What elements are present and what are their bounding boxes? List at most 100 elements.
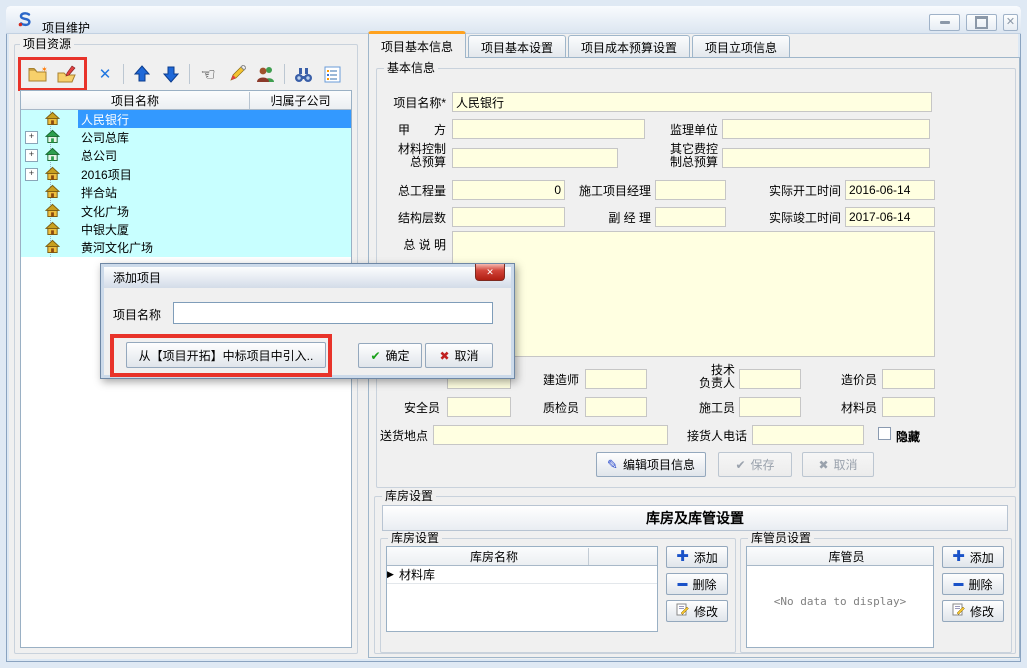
dialog-titlebar: 添加项目 (104, 267, 511, 288)
tree-item-label: 人民银行 (78, 110, 351, 128)
find-binoculars-icon[interactable] (292, 63, 314, 85)
party-a-input[interactable] (452, 119, 645, 139)
tree-grid-header: 项目名称 归属子公司 (21, 91, 351, 110)
actual-start-input[interactable] (845, 180, 935, 200)
row-marker-icon: ▶ (387, 569, 399, 580)
dialog-name-input[interactable] (173, 302, 493, 324)
members-people-icon[interactable] (255, 63, 277, 85)
edit-project-folder-icon[interactable] (56, 63, 78, 85)
assign-hand-icon[interactable]: ☜ (197, 63, 219, 85)
edit-project-info-button[interactable]: ✎ 编辑项目信息 (596, 452, 706, 477)
tree-item[interactable]: 人民银行 (21, 110, 351, 128)
tree-expander-icon[interactable]: + (25, 149, 38, 162)
rename-pencil-icon[interactable] (226, 63, 248, 85)
tab-project-cost-budget-settings[interactable]: 项目成本预算设置 (568, 35, 690, 58)
dialog-cancel-button[interactable]: ✖ 取消 (425, 343, 493, 368)
tree-item[interactable]: + 公司总库 (21, 128, 351, 146)
material-clerk-input[interactable] (882, 397, 935, 417)
close-icon: ✕ (1006, 17, 1015, 28)
tree-item[interactable]: 中银大厦 (21, 220, 351, 238)
builder-input[interactable] (585, 369, 647, 389)
general-note-label: 总 说 明 (376, 238, 446, 252)
total-quantity-input[interactable] (452, 180, 565, 200)
construction-worker-input[interactable] (739, 397, 801, 417)
tree-expander-icon[interactable]: + (25, 168, 38, 181)
minimize-button[interactable] (929, 14, 960, 31)
keeper-grid: 库管员 <No data to display> (746, 546, 934, 648)
tree-item[interactable]: + 2016项目 (21, 165, 351, 183)
project-name-label: 项目名称* (376, 96, 446, 110)
material-budget-label: 材料控制 总预算 (382, 143, 446, 169)
move-up-icon[interactable] (131, 63, 153, 85)
material-budget-input[interactable] (452, 148, 618, 168)
warehouse-remove-button[interactable]: ▬删除 (666, 573, 728, 595)
tree-item[interactable]: 文化广场 (21, 202, 351, 220)
dialog-close-button[interactable]: ✕ (475, 264, 505, 281)
tree-item-label: 黄河文化广场 (78, 239, 351, 257)
actual-finish-input[interactable] (845, 207, 935, 227)
tree-toolbar: ✶ ✕ ☜ (18, 58, 343, 90)
cost-engineer-input[interactable] (882, 369, 935, 389)
hide-checkbox[interactable] (878, 427, 891, 440)
supervisor-unit-label: 监理单位 (640, 123, 718, 137)
house-icon (45, 221, 60, 238)
deputy-manager-input[interactable] (655, 207, 726, 227)
cancel-edit-button[interactable]: ✖ 取消 (802, 452, 874, 477)
toolbar-separator (189, 64, 190, 84)
actual-finish-label: 实际竣工时间 (758, 211, 841, 225)
material-clerk-label: 材料员 (833, 401, 877, 415)
warehouse-row[interactable]: ▶ 材料库 (387, 566, 657, 584)
keeper-remove-button[interactable]: ▬删除 (942, 573, 1004, 595)
delivery-address-label: 送货地点 (380, 429, 428, 443)
close-button[interactable]: ✕ (1003, 14, 1018, 31)
tree-item[interactable]: + 总公司 (21, 147, 351, 165)
construction-pm-label: 施工项目经理 (565, 184, 651, 198)
keeper-grid-header: 库管员 (747, 547, 933, 566)
tech-lead-input[interactable] (739, 369, 801, 389)
save-button[interactable]: ✔ 保存 (718, 452, 792, 477)
general-note-textarea[interactable] (452, 231, 935, 357)
column-header-subsidiary[interactable]: 归属子公司 (250, 92, 351, 109)
warehouse-name-column-header[interactable]: 库房名称 (400, 548, 589, 565)
other-fee-budget-input[interactable] (722, 148, 930, 168)
minus-icon: ▬ (677, 578, 687, 590)
tree-expander-icon[interactable]: + (25, 131, 38, 144)
plus-icon: ✚ (952, 551, 965, 563)
tree-item[interactable]: 黄河文化广场 (21, 239, 351, 257)
house-icon (45, 166, 60, 183)
construction-pm-input[interactable] (655, 180, 726, 200)
warehouse-modify-button[interactable]: 修改 (666, 600, 728, 622)
move-down-icon[interactable] (160, 63, 182, 85)
project-name-input[interactable] (452, 92, 932, 112)
house-icon (45, 203, 60, 220)
supervisor-unit-input[interactable] (722, 119, 930, 139)
keeper-modify-button[interactable]: 修改 (942, 600, 1004, 622)
keeper-add-button[interactable]: ✚添加 (942, 546, 1004, 568)
dialog-ok-button[interactable]: ✔ 确定 (358, 343, 422, 368)
structure-floors-input[interactable] (452, 207, 565, 227)
column-settings-grid-icon[interactable] (321, 63, 343, 85)
dialog-title: 添加项目 (113, 269, 161, 286)
window-title: 项目维护 (42, 19, 90, 36)
tab-project-basic-info[interactable]: 项目基本信息 (368, 31, 466, 58)
receiver-phone-input[interactable] (752, 425, 864, 445)
maximize-button[interactable] (966, 14, 997, 31)
pen-icon: ✎ (607, 457, 618, 473)
tree-item[interactable]: 拌合站 (21, 184, 351, 202)
safety-officer-input[interactable] (447, 397, 511, 417)
tab-project-basic-settings[interactable]: 项目基本设置 (468, 35, 566, 58)
warehouse-group-label: 库房设置 (382, 490, 436, 502)
delivery-address-input[interactable] (433, 425, 668, 445)
party-a-label: 甲 方 (376, 123, 446, 137)
house-icon (45, 184, 60, 201)
tab-project-approval-info[interactable]: 项目立项信息 (692, 35, 790, 58)
window-titlebar: 项目维护 (6, 6, 1021, 34)
quality-inspector-input[interactable] (585, 397, 647, 417)
column-header-project-name[interactable]: 项目名称 (21, 92, 250, 109)
add-project-folder-icon[interactable]: ✶ (27, 63, 49, 85)
keeper-column-header[interactable]: 库管员 (760, 548, 933, 565)
actual-start-label: 实际开工时间 (758, 184, 841, 198)
warehouse-add-button[interactable]: ✚添加 (666, 546, 728, 568)
delete-node-icon[interactable]: ✕ (94, 63, 116, 85)
annotation-toolbar-highlight: ✶ (18, 57, 87, 91)
